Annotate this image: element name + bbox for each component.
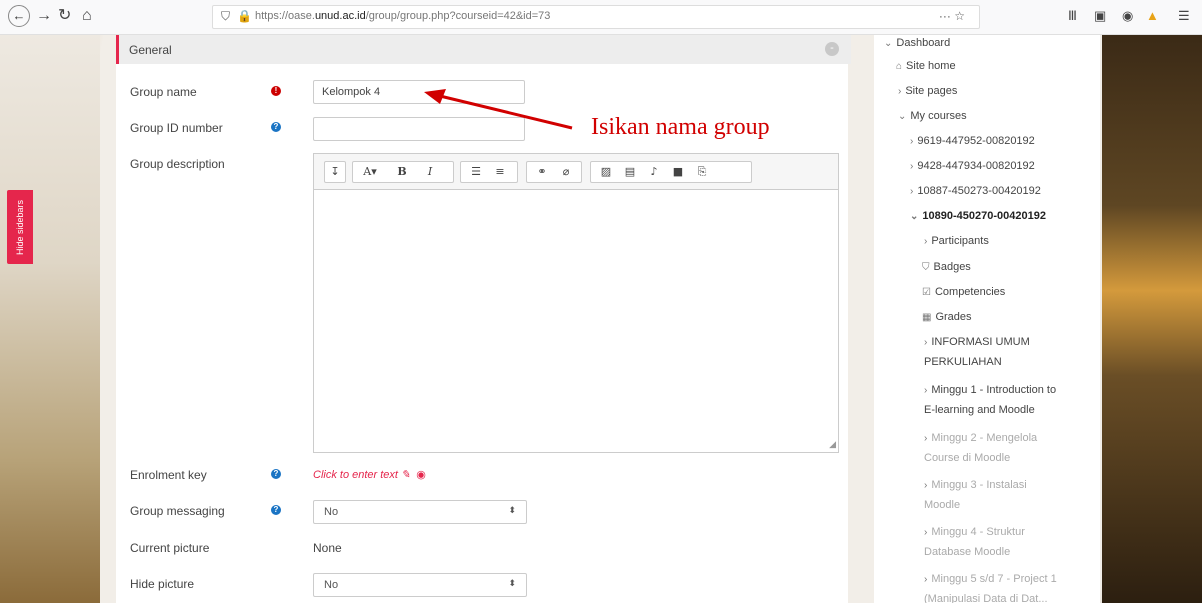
- shield-icon: ⛉: [922, 262, 930, 273]
- chevron-right-icon: ›: [924, 527, 928, 538]
- nav-section-line2: Database Moodle: [924, 546, 1011, 558]
- nav-site-pages[interactable]: › Site pages: [898, 81, 957, 102]
- nav-section-line2: Course di Moodle: [924, 452, 1011, 464]
- nav-section-line2: PERKULIAHAN: [924, 356, 1002, 368]
- chevron-down-icon: ⌄: [898, 111, 907, 122]
- chevron-right-icon: ›: [910, 186, 914, 197]
- chevron-right-icon: ›: [924, 480, 928, 491]
- nav-section[interactable]: › Minggu 5 s/d 7 - Project 1: [924, 569, 1057, 590]
- chevron-right-icon: ›: [898, 86, 902, 97]
- nav-badges[interactable]: ⛉ Badges: [922, 257, 971, 278]
- navigation-drawer: ⌄ Dashboard ⌂ Site home › Site pages ⌄ My co…: [874, 35, 1100, 603]
- annotation-text: Isikan nama group: [591, 114, 770, 140]
- nav-participants[interactable]: › Participants: [924, 231, 989, 252]
- nav-course[interactable]: › 9428-447934-00820192: [910, 156, 1035, 177]
- nav-dashboard[interactable]: ⌄ Dashboard: [884, 35, 950, 54]
- chevron-right-icon: ›: [910, 161, 914, 172]
- nav-section[interactable]: › Minggu 1 - Introduction to: [924, 380, 1056, 401]
- nav-section[interactable]: › INFORMASI UMUM: [924, 332, 1030, 353]
- chevron-right-icon: ›: [924, 433, 928, 444]
- nav-course[interactable]: › 10887-450273-00420192: [910, 181, 1041, 202]
- checkbox-icon: ☑: [922, 287, 931, 298]
- nav-competencies[interactable]: ☑ Competencies: [922, 282, 1005, 303]
- nav-course[interactable]: › 9619-447952-00820192: [910, 131, 1035, 152]
- chevron-right-icon: ›: [924, 236, 928, 247]
- nav-section-line2: Moodle: [924, 499, 961, 511]
- nav-current-course[interactable]: ⌄ 10890-450270-00420192: [910, 206, 1046, 227]
- nav-section[interactable]: › Minggu 4 - Struktur: [924, 522, 1025, 543]
- nav-my-courses[interactable]: ⌄ My courses: [898, 106, 967, 127]
- nav-grades[interactable]: ▦ Grades: [922, 307, 972, 328]
- home-icon: ⌂: [896, 61, 903, 72]
- nav-section[interactable]: › Minggu 2 - Mengelola: [924, 428, 1037, 449]
- chevron-right-icon: ›: [924, 385, 928, 396]
- nav-section[interactable]: › Minggu 3 - Instalasi: [924, 475, 1027, 496]
- chevron-down-icon: ⌄: [884, 38, 893, 49]
- chevron-right-icon: ›: [910, 136, 914, 147]
- nav-section-line2: (Manipulasi Data di Dat...: [924, 593, 1048, 603]
- chevron-down-icon: ⌄: [910, 211, 919, 222]
- chevron-right-icon: ›: [924, 574, 928, 585]
- table-icon: ▦: [922, 312, 932, 323]
- nav-section-line2: E-learning and Moodle: [924, 404, 1035, 416]
- nav-site-home[interactable]: ⌂ Site home: [896, 56, 956, 77]
- chevron-right-icon: ›: [924, 337, 928, 348]
